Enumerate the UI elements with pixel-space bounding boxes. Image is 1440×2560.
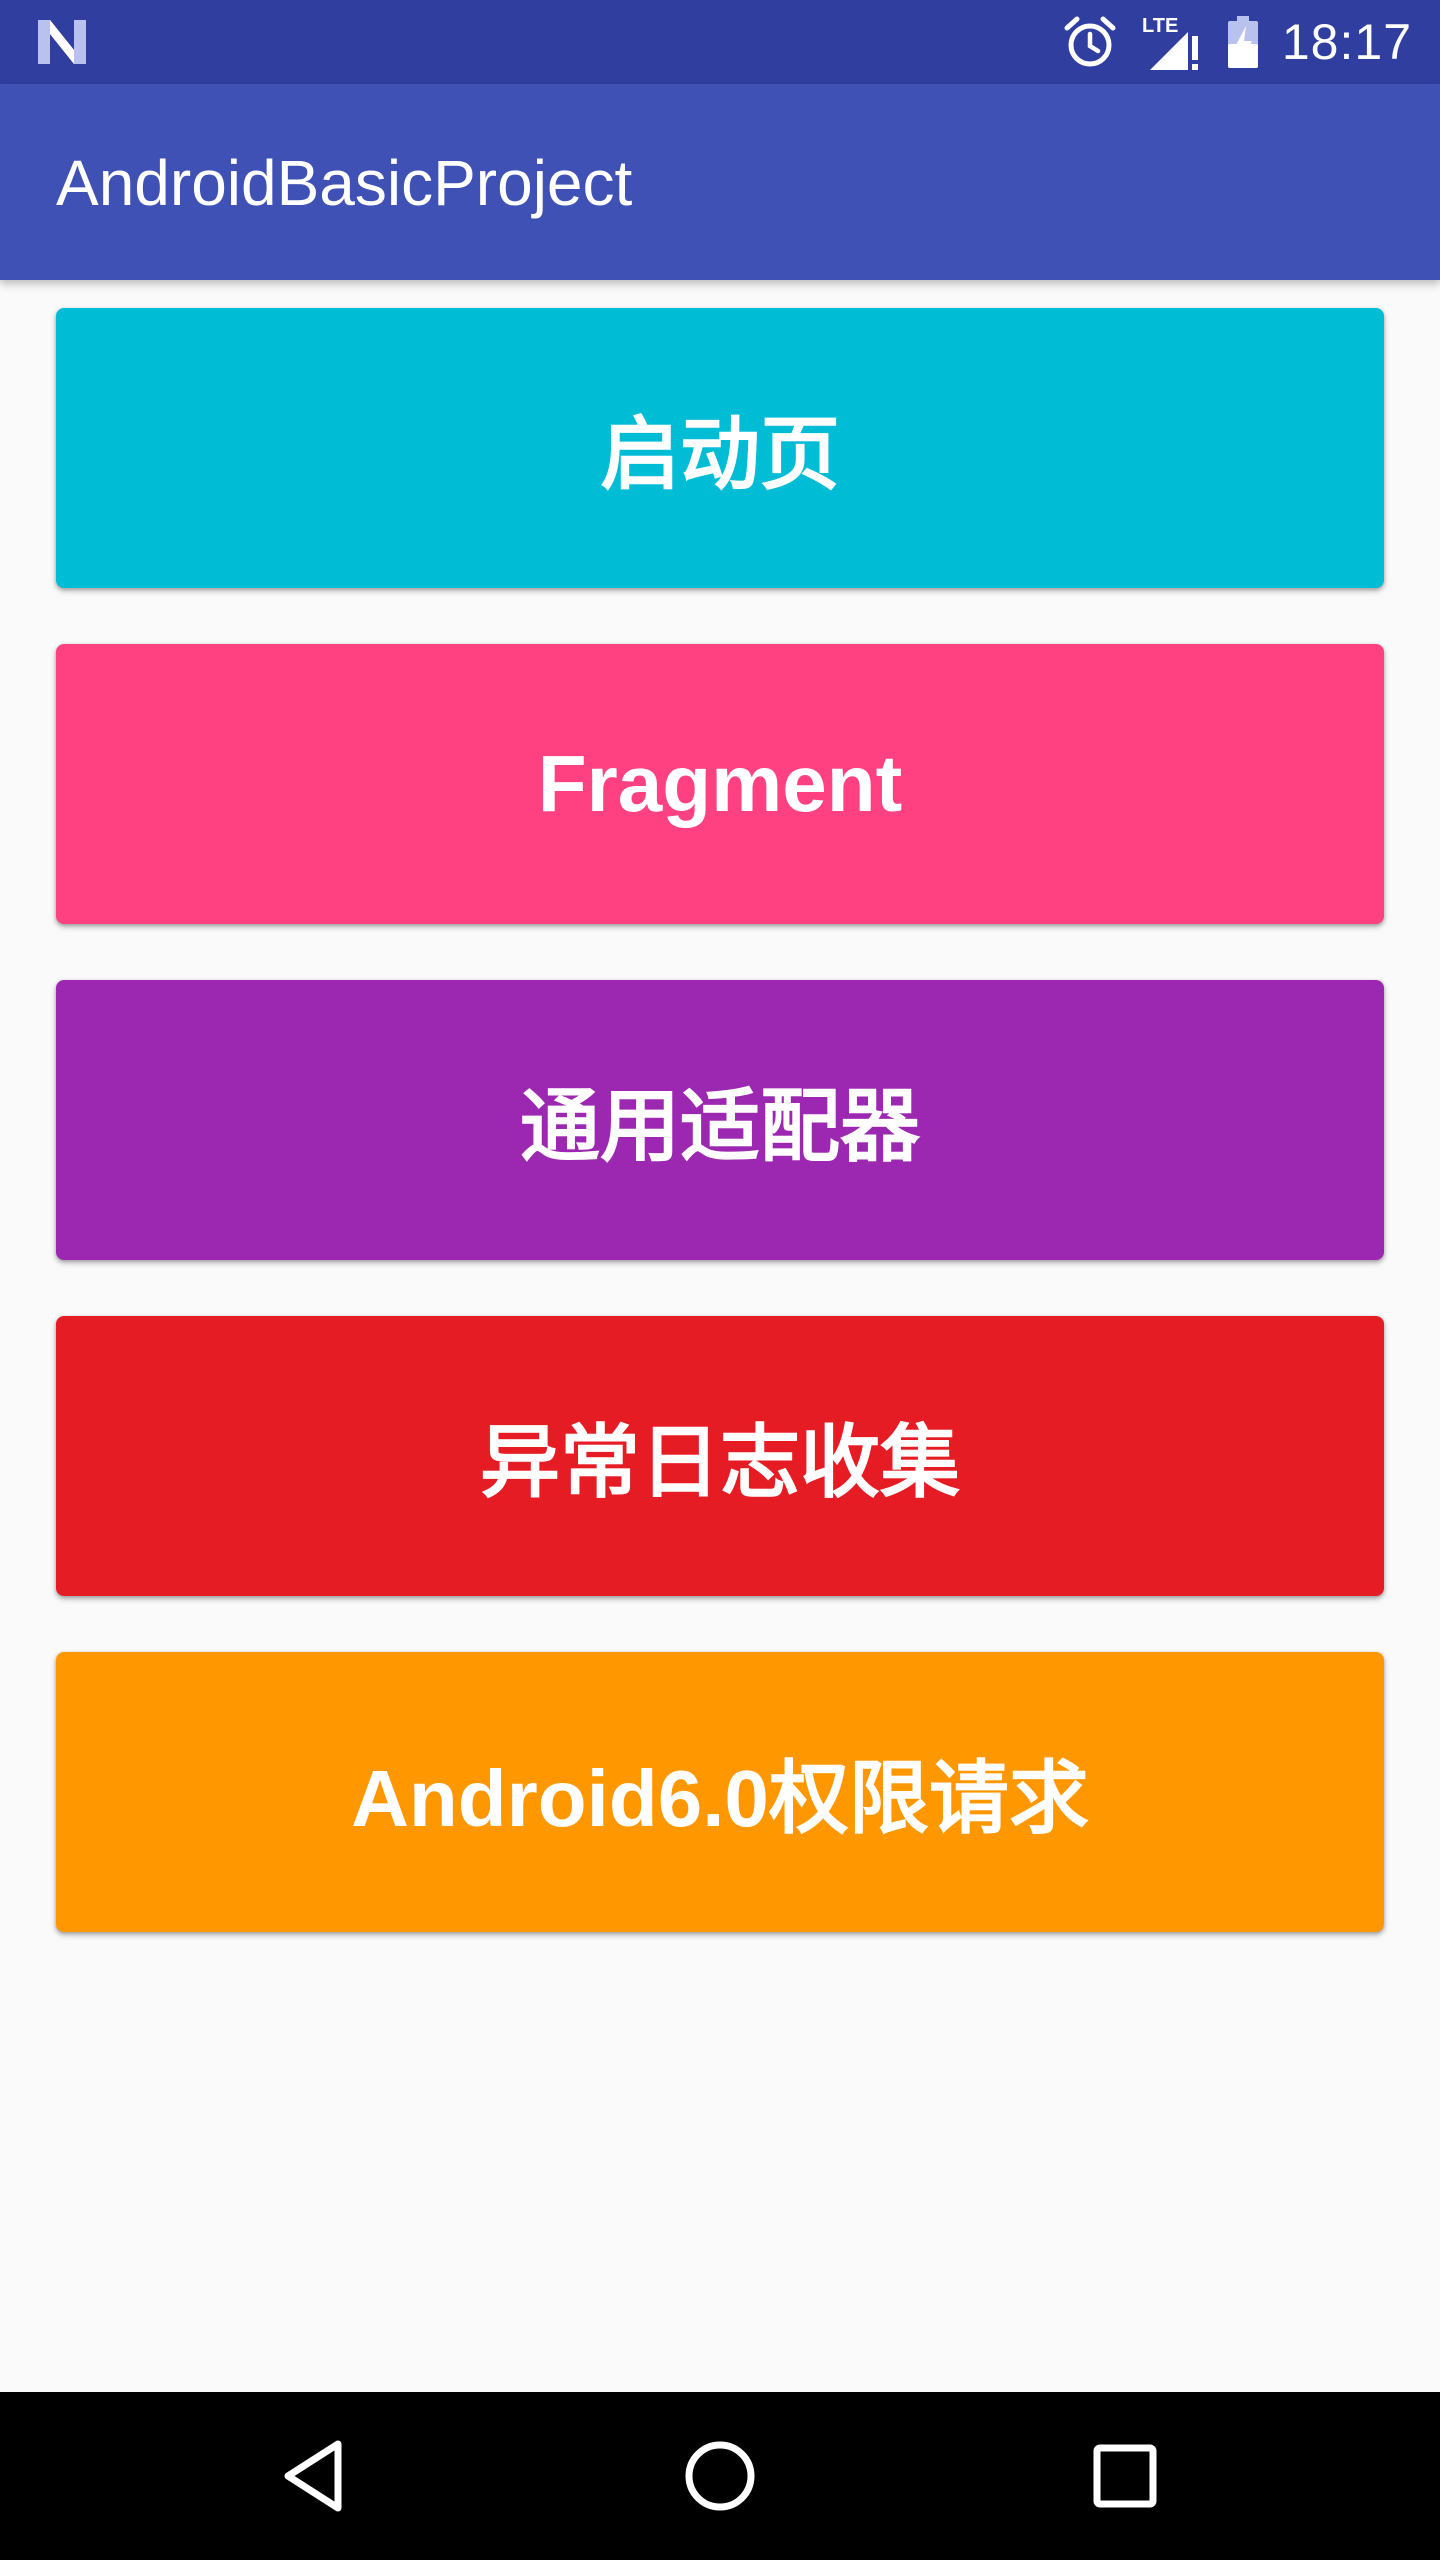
recents-icon[interactable]: [1025, 2392, 1225, 2560]
alarm-icon: [1062, 14, 1118, 70]
status-time: 18:17: [1281, 14, 1412, 70]
status-icons: LTE 18:17: [1062, 0, 1412, 84]
fragment-button[interactable]: Fragment: [56, 644, 1384, 924]
android6-permission-request-button[interactable]: Android6.0权限请求: [56, 1652, 1384, 1932]
crash-log-collection-button[interactable]: 异常日志收集: [56, 1316, 1384, 1596]
svg-text:LTE: LTE: [1142, 15, 1178, 37]
n-notification-icon: [36, 18, 88, 66]
navigation-bar: [0, 2392, 1440, 2560]
back-icon[interactable]: [215, 2392, 415, 2560]
common-adapter-button[interactable]: 通用适配器: [56, 980, 1384, 1260]
battery-charging-icon: [1226, 14, 1260, 70]
lte-signal-icon: LTE: [1140, 12, 1204, 72]
status-bar: LTE 18:17: [0, 0, 1440, 84]
app-bar: AndroidBasicProject: [0, 84, 1440, 280]
app-title: AndroidBasicProject: [56, 147, 633, 219]
splash-page-button[interactable]: 启动页: [56, 308, 1384, 588]
home-icon[interactable]: [620, 2392, 820, 2560]
main-content: 启动页 Fragment 通用适配器 异常日志收集 Android6.0权限请求: [0, 280, 1440, 2392]
